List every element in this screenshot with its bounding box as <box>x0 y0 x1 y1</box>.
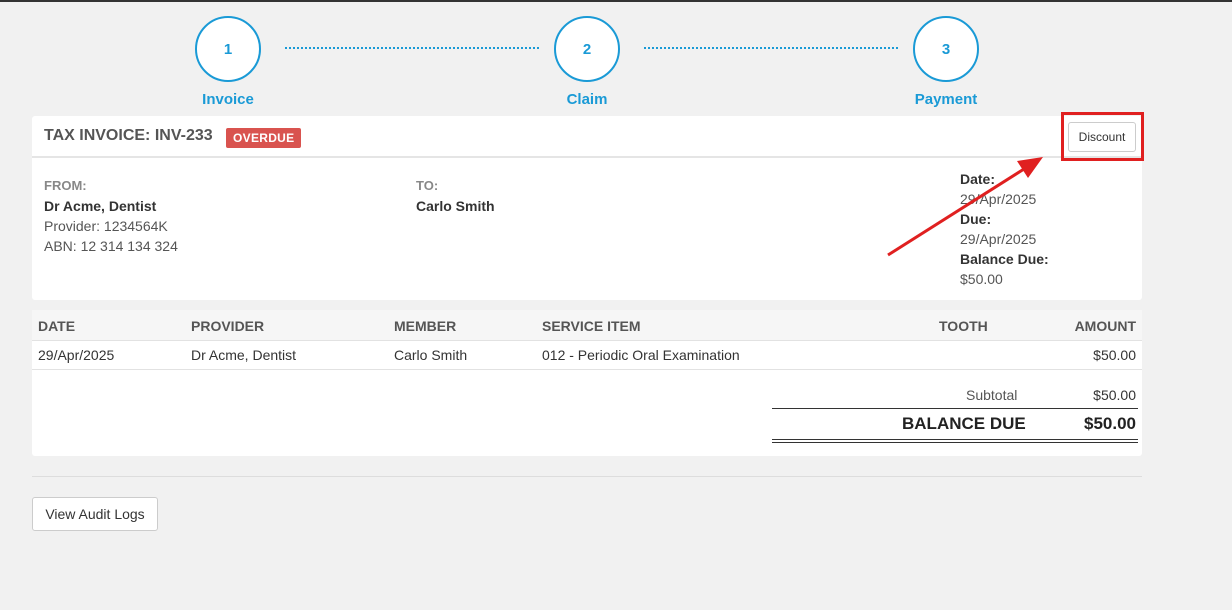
annotation-highlight-box <box>1061 112 1144 161</box>
header-service-item: SERVICE ITEM <box>542 318 641 334</box>
subtotal-label: Subtotal <box>966 387 1018 403</box>
header-date: DATE <box>38 318 76 334</box>
total-separator <box>772 408 1138 409</box>
top-border <box>0 0 1232 2</box>
due-value: 29/Apr/2025 <box>960 231 1037 247</box>
invoice-header: TAX INVOICE: INV-233 OVERDUE Discount <box>32 116 1142 158</box>
cell-amount: $50.00 <box>1093 347 1136 363</box>
cell-member: Carlo Smith <box>394 347 468 363</box>
step-invoice[interactable]: 1 Invoice <box>168 16 288 108</box>
subtotal-value: $50.00 <box>1093 387 1136 403</box>
double-underline <box>772 439 1138 443</box>
from-abn: ABN: 12 314 134 324 <box>44 238 178 254</box>
header-member: MEMBER <box>394 318 457 334</box>
step-label: Claim <box>566 91 608 108</box>
date-value: 29/Apr/2025 <box>960 191 1037 207</box>
step-claim[interactable]: 2 Claim <box>527 16 647 108</box>
line-items-table: DATE PROVIDER MEMBER SERVICE ITEM TOOTH … <box>32 310 1142 456</box>
step-number: 2 <box>554 16 620 82</box>
step-label: Invoice <box>202 91 254 108</box>
from-section: FROM: Dr Acme, Dentist Provider: 1234564… <box>44 176 178 256</box>
balance-due-value: $50.00 <box>960 271 1003 287</box>
step-connector <box>644 47 898 49</box>
step-label: Payment <box>914 91 978 108</box>
step-connector <box>285 47 539 49</box>
date-label: Date: <box>960 171 996 187</box>
due-label: Due: <box>960 211 992 227</box>
table-header: DATE PROVIDER MEMBER SERVICE ITEM TOOTH … <box>32 310 1142 341</box>
cell-provider: Dr Acme, Dentist <box>191 347 297 363</box>
balance-due-label: Balance Due: <box>960 251 1049 267</box>
header-provider: PROVIDER <box>191 318 265 334</box>
to-section: TO: Carlo Smith <box>416 176 495 216</box>
cell-date: 29/Apr/2025 <box>38 347 115 363</box>
header-tooth: TOOTH <box>939 318 988 334</box>
balance-due-total-label: BALANCE DUE <box>902 414 1026 433</box>
from-provider: Provider: 1234564K <box>44 218 168 234</box>
invoice-card: TAX INVOICE: INV-233 OVERDUE Discount FR… <box>32 116 1142 300</box>
dates-section: Date: 29/Apr/2025 Due: 29/Apr/2025 Balan… <box>960 169 1049 289</box>
row-divider <box>32 369 1142 370</box>
to-name: Carlo Smith <box>416 198 495 214</box>
step-number: 1 <box>195 16 261 82</box>
step-payment[interactable]: 3 Payment <box>886 16 1006 108</box>
section-divider <box>32 476 1142 477</box>
cell-service-item: 012 - Periodic Oral Examination <box>542 347 740 363</box>
to-label: TO: <box>416 178 439 193</box>
balance-due-total-value: $50.00 <box>1084 414 1136 433</box>
header-amount: AMOUNT <box>1074 318 1136 334</box>
from-name: Dr Acme, Dentist <box>44 198 157 214</box>
step-number: 3 <box>913 16 979 82</box>
status-badge: OVERDUE <box>226 128 302 148</box>
view-audit-logs-button[interactable]: View Audit Logs <box>32 497 158 531</box>
invoice-title: TAX INVOICE: INV-233 <box>44 127 213 144</box>
from-label: FROM: <box>44 178 87 193</box>
